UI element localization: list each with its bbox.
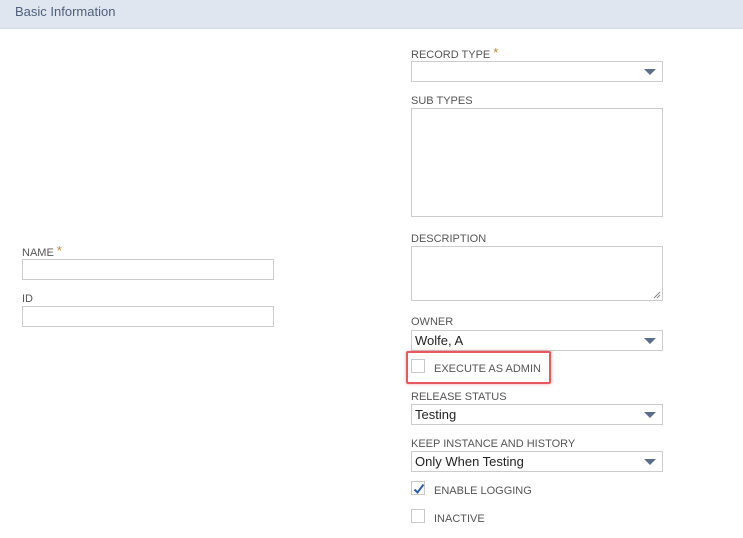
- keep-instance-select[interactable]: Only When Testing: [411, 451, 663, 472]
- inactive-label: INACTIVE: [434, 513, 485, 525]
- id-input[interactable]: [22, 306, 274, 327]
- checkmark-icon: [413, 483, 425, 495]
- execute-as-admin-checkbox[interactable]: [411, 359, 425, 373]
- record-type-required-mark: *: [493, 45, 499, 60]
- description-textarea[interactable]: [411, 246, 663, 301]
- release-status-value: Testing: [415, 407, 457, 422]
- name-required-mark: *: [56, 243, 62, 258]
- sub-types-label: SUB TYPES: [411, 95, 473, 107]
- execute-as-admin-label: EXECUTE AS ADMIN: [434, 363, 541, 375]
- id-label: ID: [22, 293, 33, 305]
- release-status-select[interactable]: Testing: [411, 404, 663, 425]
- sub-types-listbox[interactable]: [411, 108, 663, 217]
- name-label-text: NAME: [22, 247, 54, 259]
- record-type-select[interactable]: [411, 61, 663, 82]
- release-status-label: RELEASE STATUS: [411, 391, 507, 403]
- enable-logging-label: ENABLE LOGGING: [434, 485, 532, 497]
- record-type-label-text: RECORD TYPE: [411, 49, 491, 61]
- chevron-down-icon: [644, 459, 656, 465]
- chevron-down-icon: [644, 338, 656, 344]
- description-label: DESCRIPTION: [411, 233, 487, 245]
- name-label: NAME *: [22, 243, 62, 259]
- keep-instance-value: Only When Testing: [415, 454, 524, 469]
- record-type-label: RECORD TYPE *: [411, 45, 499, 61]
- enable-logging-checkbox[interactable]: [411, 481, 425, 495]
- inactive-checkbox[interactable]: [411, 509, 425, 523]
- keep-instance-label: KEEP INSTANCE AND HISTORY: [411, 438, 576, 450]
- chevron-down-icon: [644, 412, 656, 418]
- owner-value: Wolfe, A: [415, 333, 464, 348]
- name-input[interactable]: [22, 259, 274, 280]
- resize-handle-icon[interactable]: [653, 291, 661, 299]
- section-header: Basic Information: [0, 0, 743, 29]
- owner-select[interactable]: Wolfe, A: [411, 330, 663, 351]
- section-title: Basic Information: [15, 4, 116, 19]
- owner-label: OWNER: [411, 316, 454, 328]
- chevron-down-icon: [644, 69, 656, 75]
